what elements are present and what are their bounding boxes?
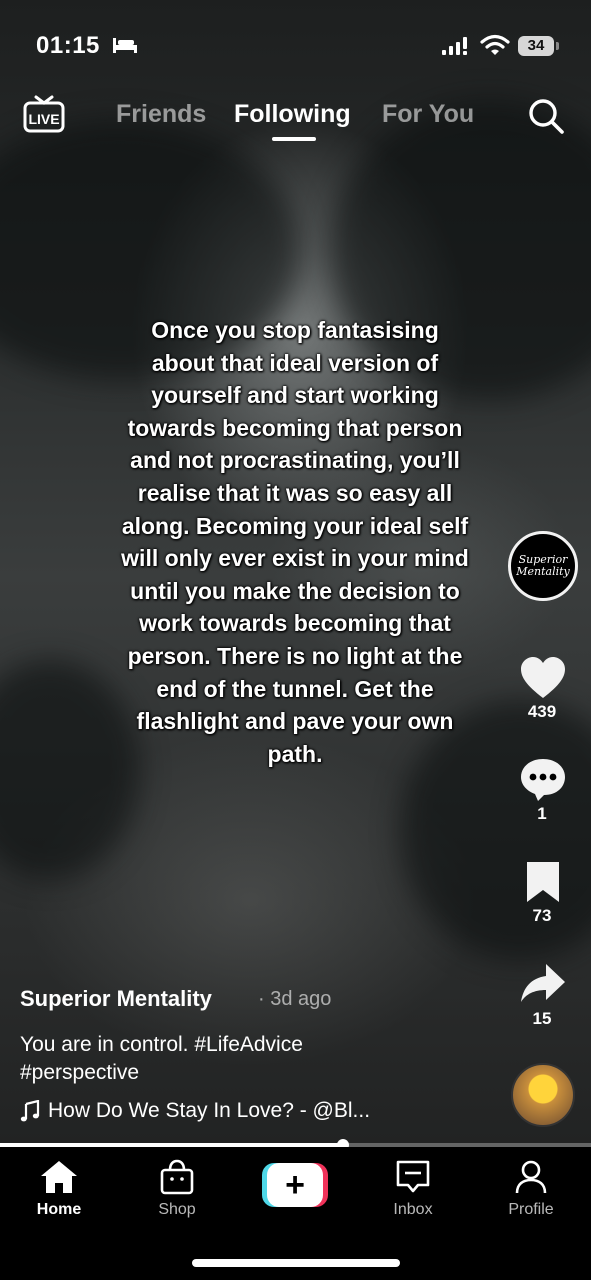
- post-description[interactable]: You are in control. #LifeAdvice #perspec…: [20, 1031, 440, 1087]
- battery-tip: [556, 42, 559, 50]
- top-nav: LIVE Friends Following For You: [0, 92, 591, 152]
- video-feed-screen[interactable]: 01:15 34 LIVE Friends Following For You …: [0, 0, 591, 1280]
- nav-shop-label: Shop: [158, 1201, 196, 1218]
- music-title[interactable]: How Do We Stay In Love? - @Bl...: [48, 1099, 370, 1123]
- comment-icon[interactable]: [518, 756, 568, 804]
- wifi-icon: [480, 34, 510, 55]
- music-disc-avatar[interactable]: [511, 1063, 575, 1127]
- active-tab-indicator: [272, 137, 316, 141]
- post-time-ago: · 3d ago: [258, 988, 332, 1010]
- nav-shop[interactable]: Shop: [132, 1159, 222, 1219]
- creator-avatar[interactable]: Superior Mentality: [508, 531, 578, 601]
- status-time: 01:15: [36, 32, 100, 59]
- nav-home-label: Home: [36, 1201, 82, 1218]
- live-icon[interactable]: LIVE: [22, 94, 66, 134]
- tab-for-you[interactable]: For You: [382, 100, 474, 129]
- tab-friends[interactable]: Friends: [116, 100, 206, 129]
- like-heart-icon[interactable]: [518, 654, 568, 702]
- tab-following[interactable]: Following: [234, 100, 351, 129]
- like-count: 439: [527, 702, 557, 721]
- share-arrow-icon[interactable]: [518, 960, 568, 1008]
- bookmark-icon[interactable]: [518, 858, 568, 906]
- create-plus-icon: +: [267, 1163, 323, 1207]
- profile-icon: [515, 1160, 547, 1194]
- description-line: #perspective: [20, 1061, 140, 1084]
- music-note-icon: [20, 1100, 40, 1122]
- live-label: LIVE: [28, 111, 59, 127]
- nav-profile-label: Profile: [508, 1201, 554, 1218]
- save-count: 73: [532, 906, 552, 925]
- battery-indicator: 34: [518, 36, 554, 56]
- home-indicator: [192, 1259, 400, 1267]
- nav-inbox[interactable]: Inbox: [368, 1159, 458, 1219]
- nav-inbox-label: Inbox: [393, 1201, 433, 1218]
- description-line: You are in control. #LifeAdvice: [20, 1033, 303, 1056]
- inbox-icon: [396, 1160, 430, 1193]
- cellular-signal-icon: [442, 37, 467, 55]
- nav-profile[interactable]: Profile: [486, 1159, 576, 1219]
- create-button[interactable]: +: [262, 1163, 328, 1207]
- status-bar: 01:15 34: [0, 0, 591, 90]
- nav-home[interactable]: Home: [14, 1159, 104, 1219]
- bottom-nav: Home Shop + Inbox Profile: [0, 1147, 591, 1280]
- share-count: 15: [532, 1009, 552, 1028]
- comment-count: 1: [537, 804, 547, 823]
- search-icon[interactable]: [526, 96, 566, 136]
- sleep-focus-icon: [113, 38, 137, 53]
- shop-bag-icon: [160, 1159, 194, 1195]
- scenery-shadow: [0, 660, 140, 880]
- video-caption-overlay: Once you stop fantasising about that ide…: [121, 317, 469, 767]
- author-name[interactable]: Superior Mentality: [20, 986, 212, 1012]
- home-icon: [41, 1161, 77, 1193]
